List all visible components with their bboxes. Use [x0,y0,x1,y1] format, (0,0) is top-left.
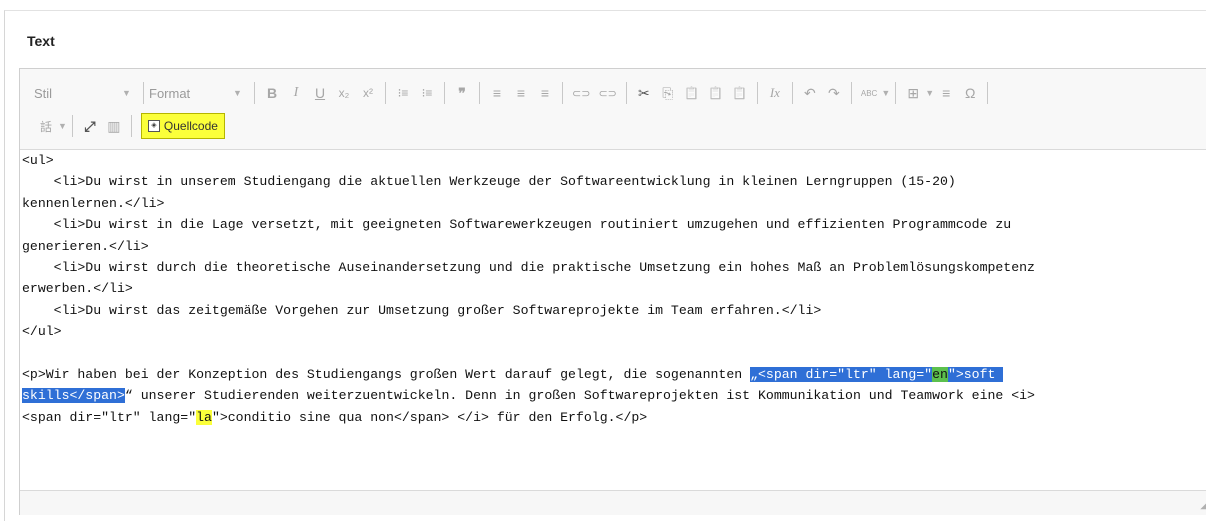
blockquote-button[interactable]: ❞ [451,82,473,104]
toolbar-row-1: Stil ▼ Format ▼ B I U x₂ x² ⁝≡ ⁝≡ ❞ ≡ ≡ … [34,80,993,106]
show-blocks-button[interactable]: ▥ [103,115,125,137]
redo-button[interactable]: ↷ [823,82,845,104]
format-combo[interactable]: Format ▼ [149,81,245,105]
highlighted-lang-la: la [196,409,212,425]
link-button[interactable]: ⊂⊃ [569,82,593,104]
chevron-down-icon: ▼ [881,88,891,98]
bold-button[interactable]: B [261,82,283,104]
rich-text-editor[interactable]: Stil ▼ Format ▼ B I U x₂ x² ⁝≡ ⁝≡ ❞ ≡ ≡ … [19,68,1206,515]
copy-button[interactable]: ⎘ [657,82,679,104]
align-left-button[interactable]: ≡ [486,82,508,104]
language-dropdown[interactable]: ▼ [58,114,67,138]
source-line: erwerben.</li> [22,281,133,297]
paste-button[interactable]: 📋 [681,82,703,104]
toolbar-separator [756,82,758,104]
editor-status-bar: ◢ [20,490,1206,515]
maximize-button[interactable]: ⤢ [79,115,101,137]
source-line: <li>Du wirst in unserem Studiengang die … [22,174,956,190]
source-line: <li>Du wirst das zeitgemäße Vorgehen zur… [22,302,822,318]
undo-button[interactable]: ↶ [799,82,821,104]
toolbar-separator [130,115,132,137]
toolbar-separator [895,82,897,104]
toolbar-separator [562,82,563,104]
cut-button[interactable]: ✂ [633,82,655,104]
italic-button[interactable]: I [285,82,307,104]
selected-text: „<span dir="ltr" lang=" [750,367,933,383]
toolbar-separator [850,82,852,104]
bullet-list-button[interactable]: ⁝≡ [416,82,438,104]
source-line: generieren.</li> [22,238,149,254]
table-button[interactable]: ⊞ [902,82,924,104]
source-button-label: Quellcode [163,119,218,133]
paste-word-button[interactable]: 📋 [729,82,751,104]
subscript-button[interactable]: x₂ [333,82,355,104]
toolbar-separator [71,115,73,137]
language-button[interactable]: 話 [35,115,57,137]
highlighted-lang-en: en [932,367,948,383]
source-line: <ul> [22,153,54,168]
source-code-area[interactable]: <ul> <li>Du wirst in unserem Studiengang… [20,150,1206,490]
editor-toolbar: Stil ▼ Format ▼ B I U x₂ x² ⁝≡ ⁝≡ ❞ ≡ ≡ … [20,69,1206,150]
format-combo-label: Format [149,85,191,101]
chevron-down-icon: ▼ [122,88,131,98]
source-line: “ unserer Studierenden weiterzuentwickel… [124,388,1035,404]
toolbar-separator [625,82,627,104]
source-line: </ul> [22,324,62,340]
unlink-button[interactable]: ⊂⊃ [595,82,619,104]
style-combo[interactable]: Stil ▼ [34,81,134,105]
toolbar-separator [791,82,793,104]
source-line: <p>Wir haben bei der Konzeption des Stud… [22,367,751,383]
resize-grip-icon[interactable]: ◢ [1200,500,1206,511]
spellcheck-dropdown[interactable]: ▼ [881,81,890,105]
spellcheck-button[interactable]: ABC [858,82,880,104]
superscript-button[interactable]: x² [357,82,379,104]
horizontal-rule-button[interactable]: ≡ [935,82,957,104]
source-line: <li>Du wirst durch die theoretische Ause… [22,260,1035,276]
toolbar-separator [479,82,480,104]
source-line: <span dir="ltr" lang=" [22,409,197,425]
style-combo-label: Stil [34,85,53,101]
chevron-down-icon: ▼ [58,121,67,131]
selected-text: skills</span> [22,388,125,404]
toolbar-separator [143,82,144,104]
selected-text: ">soft [947,367,1004,383]
toolbar-separator [444,82,445,104]
toolbar-separator [987,82,989,104]
source-line: kennenlernen.</li> [22,195,165,211]
paste-text-button[interactable]: 📋 [705,82,727,104]
chevron-down-icon: ▼ [925,88,935,98]
source-line: ">conditio sine qua non</span> </i> für … [211,409,648,425]
table-dropdown[interactable]: ▼ [925,81,934,105]
field-label: Text [27,33,55,49]
remove-format-button[interactable]: Ix [764,82,786,104]
toolbar-separator [385,82,386,104]
align-right-button[interactable]: ≡ [534,82,556,104]
toolbar-separator [254,82,255,104]
align-center-button[interactable]: ≡ [510,82,532,104]
source-button[interactable]: ◈ Quellcode [140,113,225,139]
source-line: <li>Du wirst in die Lage versetzt, mit g… [22,217,1012,233]
numbered-list-button[interactable]: ⁝≡ [392,82,414,104]
special-char-button[interactable]: Ω [959,82,981,104]
source-code-icon: ◈ [147,120,160,132]
toolbar-row-2: 話 ▼ ⤢ ▥ ◈ Quellcode [34,113,225,139]
underline-button[interactable]: U [309,82,331,104]
chevron-down-icon: ▼ [233,88,242,98]
